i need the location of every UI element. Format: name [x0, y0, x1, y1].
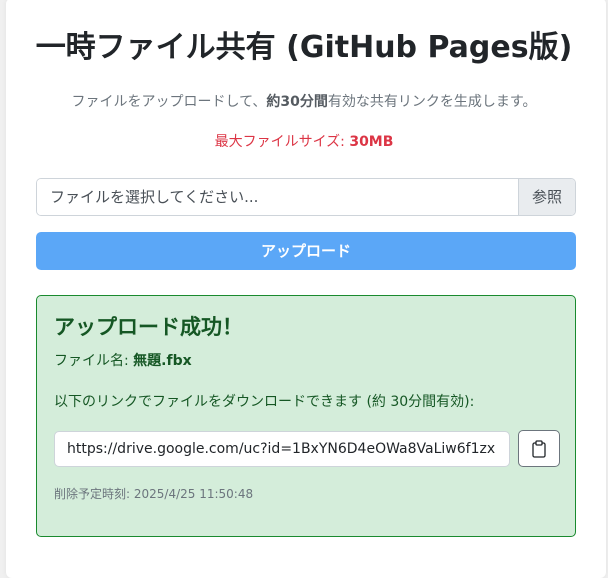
max-size-value: 30MB [349, 134, 394, 150]
upload-button[interactable]: アップロード [36, 232, 576, 270]
deletion-time: 削除予定時刻: 2025/4/25 11:50:48 [54, 487, 254, 501]
uploaded-filename: ファイル名: 無題.fbx [54, 351, 192, 371]
file-input-placeholder[interactable]: ファイルを選択してください... [37, 179, 518, 215]
filename-value: 無題.fbx [133, 353, 192, 369]
lead-suffix: 有効な共有リンクを生成します。 [327, 94, 537, 110]
page-description: ファイルをアップロードして、約30分間有効な共有リンクを生成します。 [0, 92, 608, 112]
browse-button[interactable]: 参照 [518, 179, 575, 215]
success-heading: アップロード成功！ [54, 315, 243, 339]
filename-label: ファイル名: [54, 353, 134, 369]
max-size-label: 最大ファイルサイズ: [214, 134, 350, 150]
copy-link-button[interactable] [518, 430, 560, 467]
page-title: 一時ファイル共有 (GitHub Pages版) [35, 30, 573, 65]
file-picker[interactable]: ファイルを選択してください... 参照 [36, 178, 576, 216]
link-description: 以下のリンクでファイルをダウンロードできます (約 30分間有効): [54, 394, 475, 410]
clipboard-icon [532, 439, 546, 458]
lead-prefix: ファイルをアップロードして、 [71, 94, 267, 110]
max-file-size-notice: 最大ファイルサイズ: 30MB [0, 132, 608, 152]
lead-duration: 約30分間 [266, 94, 328, 110]
share-link-input[interactable] [54, 431, 510, 467]
upload-success-alert: アップロード成功！ ファイル名: 無題.fbx 以下のリンクでファイルをダウンロ… [36, 295, 576, 537]
